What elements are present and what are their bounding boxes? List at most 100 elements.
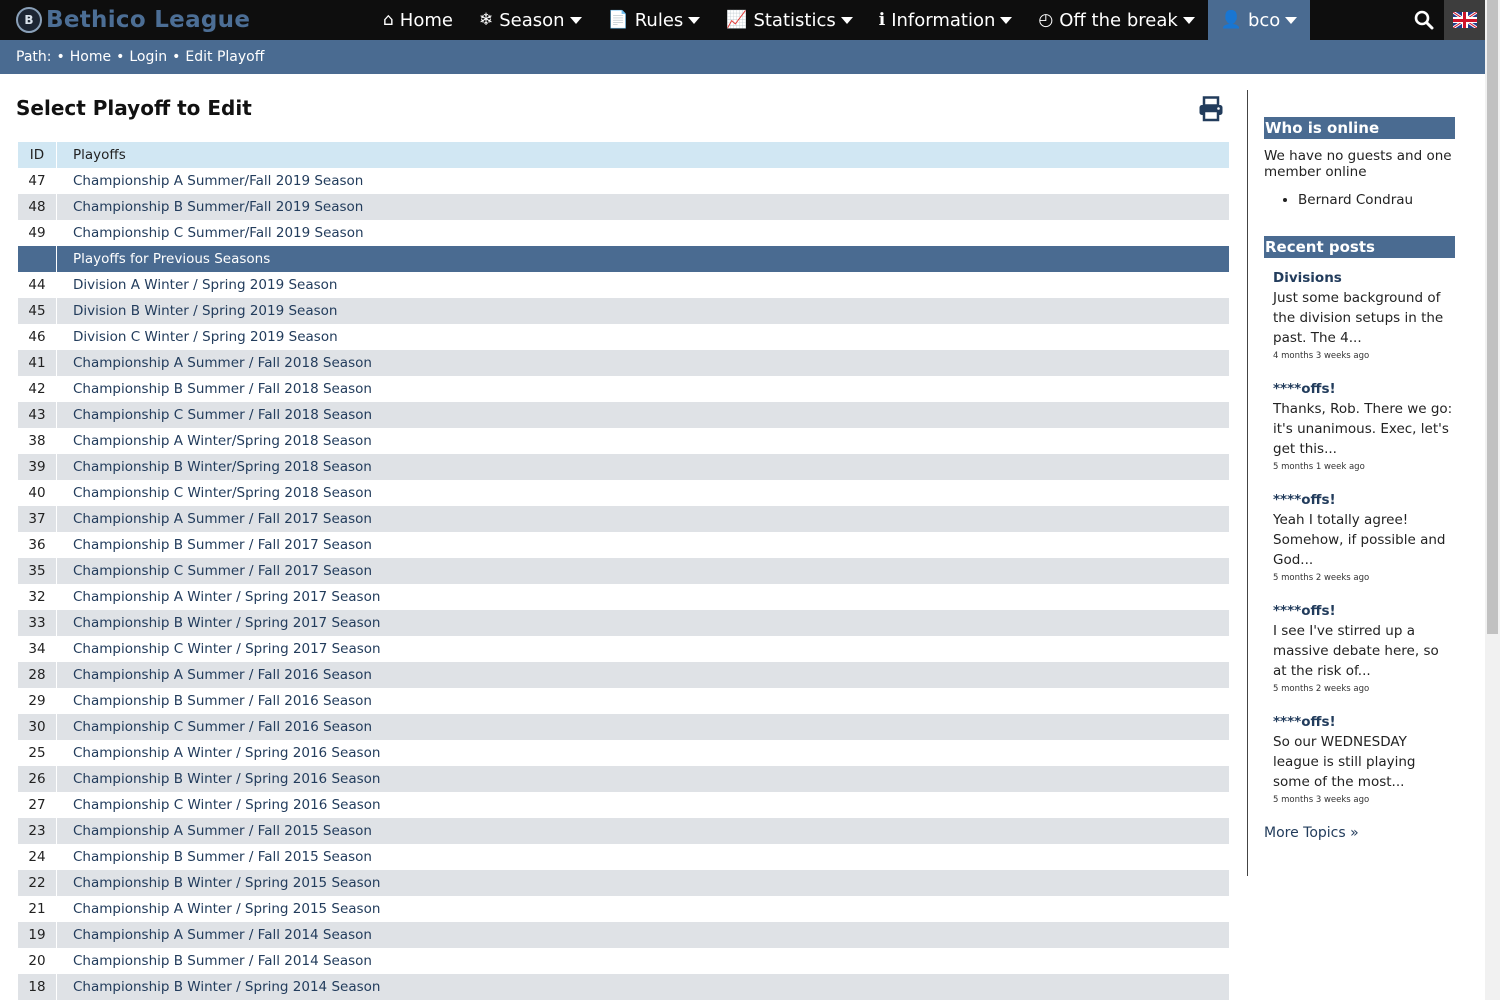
nav-season-icon: ❄ (478, 10, 494, 30)
nav-rules-icon: 📄 (607, 10, 629, 30)
page-scrollbar[interactable] (1485, 0, 1500, 1000)
row-id: 25 (28, 745, 46, 761)
nav-item-season[interactable]: ❄ Season (466, 0, 595, 40)
nav-item-rules[interactable]: 📄 Rules (595, 0, 714, 40)
site-logo[interactable]: B Bethico League (16, 6, 250, 34)
playoff-link[interactable]: Championship B Winter / Spring 2017 Seas… (57, 610, 1229, 636)
more-topics-link[interactable]: More Topics » (1264, 825, 1455, 841)
table-row: 20 Championship B Summer / Fall 2014 Seas… (18, 948, 1229, 974)
playoff-link[interactable]: Championship B Summer / Fall 2016 Season (57, 688, 1229, 714)
row-id: 47 (28, 173, 46, 189)
row-id: 44 (28, 277, 46, 293)
playoff-link[interactable]: Championship C Summer / Fall 2017 Season (57, 558, 1229, 584)
search-icon (1414, 10, 1434, 30)
playoff-link[interactable]: Championship C Summer / Fall 2018 Season (57, 402, 1229, 428)
row-id: 20 (28, 953, 46, 969)
table-row: 43 Championship C Summer / Fall 2018 Seas… (18, 402, 1229, 428)
playoff-link[interactable]: Championship C Winter / Spring 2017 Seas… (57, 636, 1229, 662)
post-excerpt: I see I've stirred up a massive debate h… (1273, 623, 1439, 679)
nav-item-label: Off the break (1059, 9, 1178, 31)
row-id: 38 (28, 433, 46, 449)
row-id: 18 (28, 979, 46, 995)
row-id: 30 (28, 719, 46, 735)
table-row: 47 Championship A Summer/Fall 2019 Season (18, 168, 1229, 194)
playoff-link[interactable]: Championship B Summer/Fall 2019 Season (57, 194, 1229, 220)
nav-item-information[interactable]: ℹ Information (866, 0, 1026, 40)
post-title-link[interactable]: ****offs! (1273, 492, 1455, 508)
playoff-link[interactable]: Championship A Summer / Fall 2017 Season (57, 506, 1229, 532)
table-row: 24 Championship B Summer / Fall 2015 Seas… (18, 844, 1229, 870)
table-row: 21 Championship A Winter / Spring 2015 Se… (18, 896, 1229, 922)
playoff-link[interactable]: Championship A Winter / Spring 2016 Seas… (57, 740, 1229, 766)
table-row: 23 Championship A Summer / Fall 2015 Seas… (18, 818, 1229, 844)
nav-item-home[interactable]: ⌂ Home (370, 0, 466, 40)
post-timestamp: 5 months 1 week ago (1273, 462, 1365, 472)
row-id: 33 (28, 615, 46, 631)
table-row: 42 Championship B Summer / Fall 2018 Seas… (18, 376, 1229, 402)
nav-item-statistics[interactable]: 📈 Statistics (713, 0, 865, 40)
caret-down-icon (688, 16, 701, 24)
nav-item-bco[interactable]: 👤 bco (1207, 0, 1311, 40)
breadcrumb-separator: • (172, 49, 181, 65)
scrollbar-thumb[interactable] (1487, 0, 1498, 634)
table-row: 48 Championship B Summer/Fall 2019 Season (18, 194, 1229, 220)
row-id: 41 (28, 355, 46, 371)
playoff-link[interactable]: Division C Winter / Spring 2019 Season (57, 324, 1229, 350)
playoff-link[interactable]: Championship A Summer / Fall 2016 Season (57, 662, 1229, 688)
print-icon[interactable] (1198, 96, 1224, 122)
row-id: 21 (28, 901, 46, 917)
playoff-link[interactable]: Championship A Summer/Fall 2019 Season (57, 168, 1229, 194)
playoff-link[interactable]: Championship B Winter / Spring 2016 Seas… (57, 766, 1229, 792)
playoff-link[interactable]: Division B Winter / Spring 2019 Season (57, 298, 1229, 324)
language-button[interactable] (1444, 0, 1485, 40)
breadcrumb-label: Path: (16, 49, 52, 65)
post-title-link[interactable]: Divisions (1273, 270, 1455, 286)
row-id: 49 (28, 225, 46, 241)
playoff-link[interactable]: Division A Winter / Spring 2019 Season (57, 272, 1229, 298)
breadcrumb-item[interactable]: Home (70, 49, 111, 65)
recent-post: ****offs! So our WEDNESDAY league is stil… (1273, 714, 1455, 805)
playoff-link[interactable]: Championship A Summer / Fall 2018 Season (57, 350, 1229, 376)
playoff-link[interactable]: Championship A Winter / Spring 2015 Seas… (57, 896, 1229, 922)
nav-home-icon: ⌂ (383, 10, 394, 30)
playoff-link[interactable]: Championship C Winter/Spring 2018 Season (57, 480, 1229, 506)
post-title-link[interactable]: ****offs! (1273, 603, 1455, 619)
nav-item-label: Season (499, 9, 565, 31)
playoff-link[interactable]: Championship B Winter / Spring 2014 Seas… (57, 974, 1229, 1000)
post-title-link[interactable]: ****offs! (1273, 714, 1455, 730)
playoff-link[interactable]: Championship A Winter/Spring 2018 Season (57, 428, 1229, 454)
nav-item-off-the-break[interactable]: ◴ Off the break (1025, 0, 1207, 40)
playoff-link[interactable]: Championship C Summer / Fall 2016 Season (57, 714, 1229, 740)
row-id: 23 (28, 823, 46, 839)
breadcrumb-item[interactable]: Login (129, 49, 167, 65)
nav-item-label: bco (1247, 9, 1281, 31)
playoff-link[interactable]: Championship B Summer / Fall 2017 Season (57, 532, 1229, 558)
table-row: 37 Championship A Summer / Fall 2017 Seas… (18, 506, 1229, 532)
online-member: Bernard Condrau (1298, 192, 1455, 208)
playoff-link[interactable]: Championship B Summer / Fall 2015 Season (57, 844, 1229, 870)
row-id: 46 (28, 329, 46, 345)
caret-down-icon (1182, 16, 1195, 24)
playoff-link[interactable]: Championship A Winter / Spring 2017 Seas… (57, 584, 1229, 610)
table-row: 45 Division B Winter / Spring 2019 Season (18, 298, 1229, 324)
table-row: 36 Championship B Summer / Fall 2017 Seas… (18, 532, 1229, 558)
playoff-link[interactable]: Championship B Winter/Spring 2018 Season (57, 454, 1229, 480)
playoff-link[interactable]: Championship B Summer / Fall 2018 Season (57, 376, 1229, 402)
table-row: 18 Championship B Winter / Spring 2014 Se… (18, 974, 1229, 1000)
playoff-link[interactable]: Championship B Summer / Fall 2014 Season (57, 948, 1229, 974)
header-id: ID (29, 147, 45, 163)
playoff-link[interactable]: Championship C Summer/Fall 2019 Season (57, 220, 1229, 246)
recent-post: ****offs! Thanks, Rob. There we go: it's … (1273, 381, 1455, 472)
post-timestamp: 4 months 3 weeks ago (1273, 351, 1370, 361)
playoff-link[interactable]: Championship C Winter / Spring 2016 Seas… (57, 792, 1229, 818)
who-online-heading: Who is online (1264, 117, 1455, 139)
search-button[interactable] (1404, 0, 1444, 40)
post-timestamp: 5 months 3 weeks ago (1273, 795, 1370, 805)
post-title-link[interactable]: ****offs! (1273, 381, 1455, 397)
playoff-link[interactable]: Championship A Summer / Fall 2015 Season (57, 818, 1229, 844)
playoff-link[interactable]: Championship B Winter / Spring 2015 Seas… (57, 870, 1229, 896)
table-row: 28 Championship A Summer / Fall 2016 Seas… (18, 662, 1229, 688)
caret-down-icon (1285, 16, 1298, 24)
row-id: 36 (28, 537, 46, 553)
playoff-link[interactable]: Championship A Summer / Fall 2014 Season (57, 922, 1229, 948)
